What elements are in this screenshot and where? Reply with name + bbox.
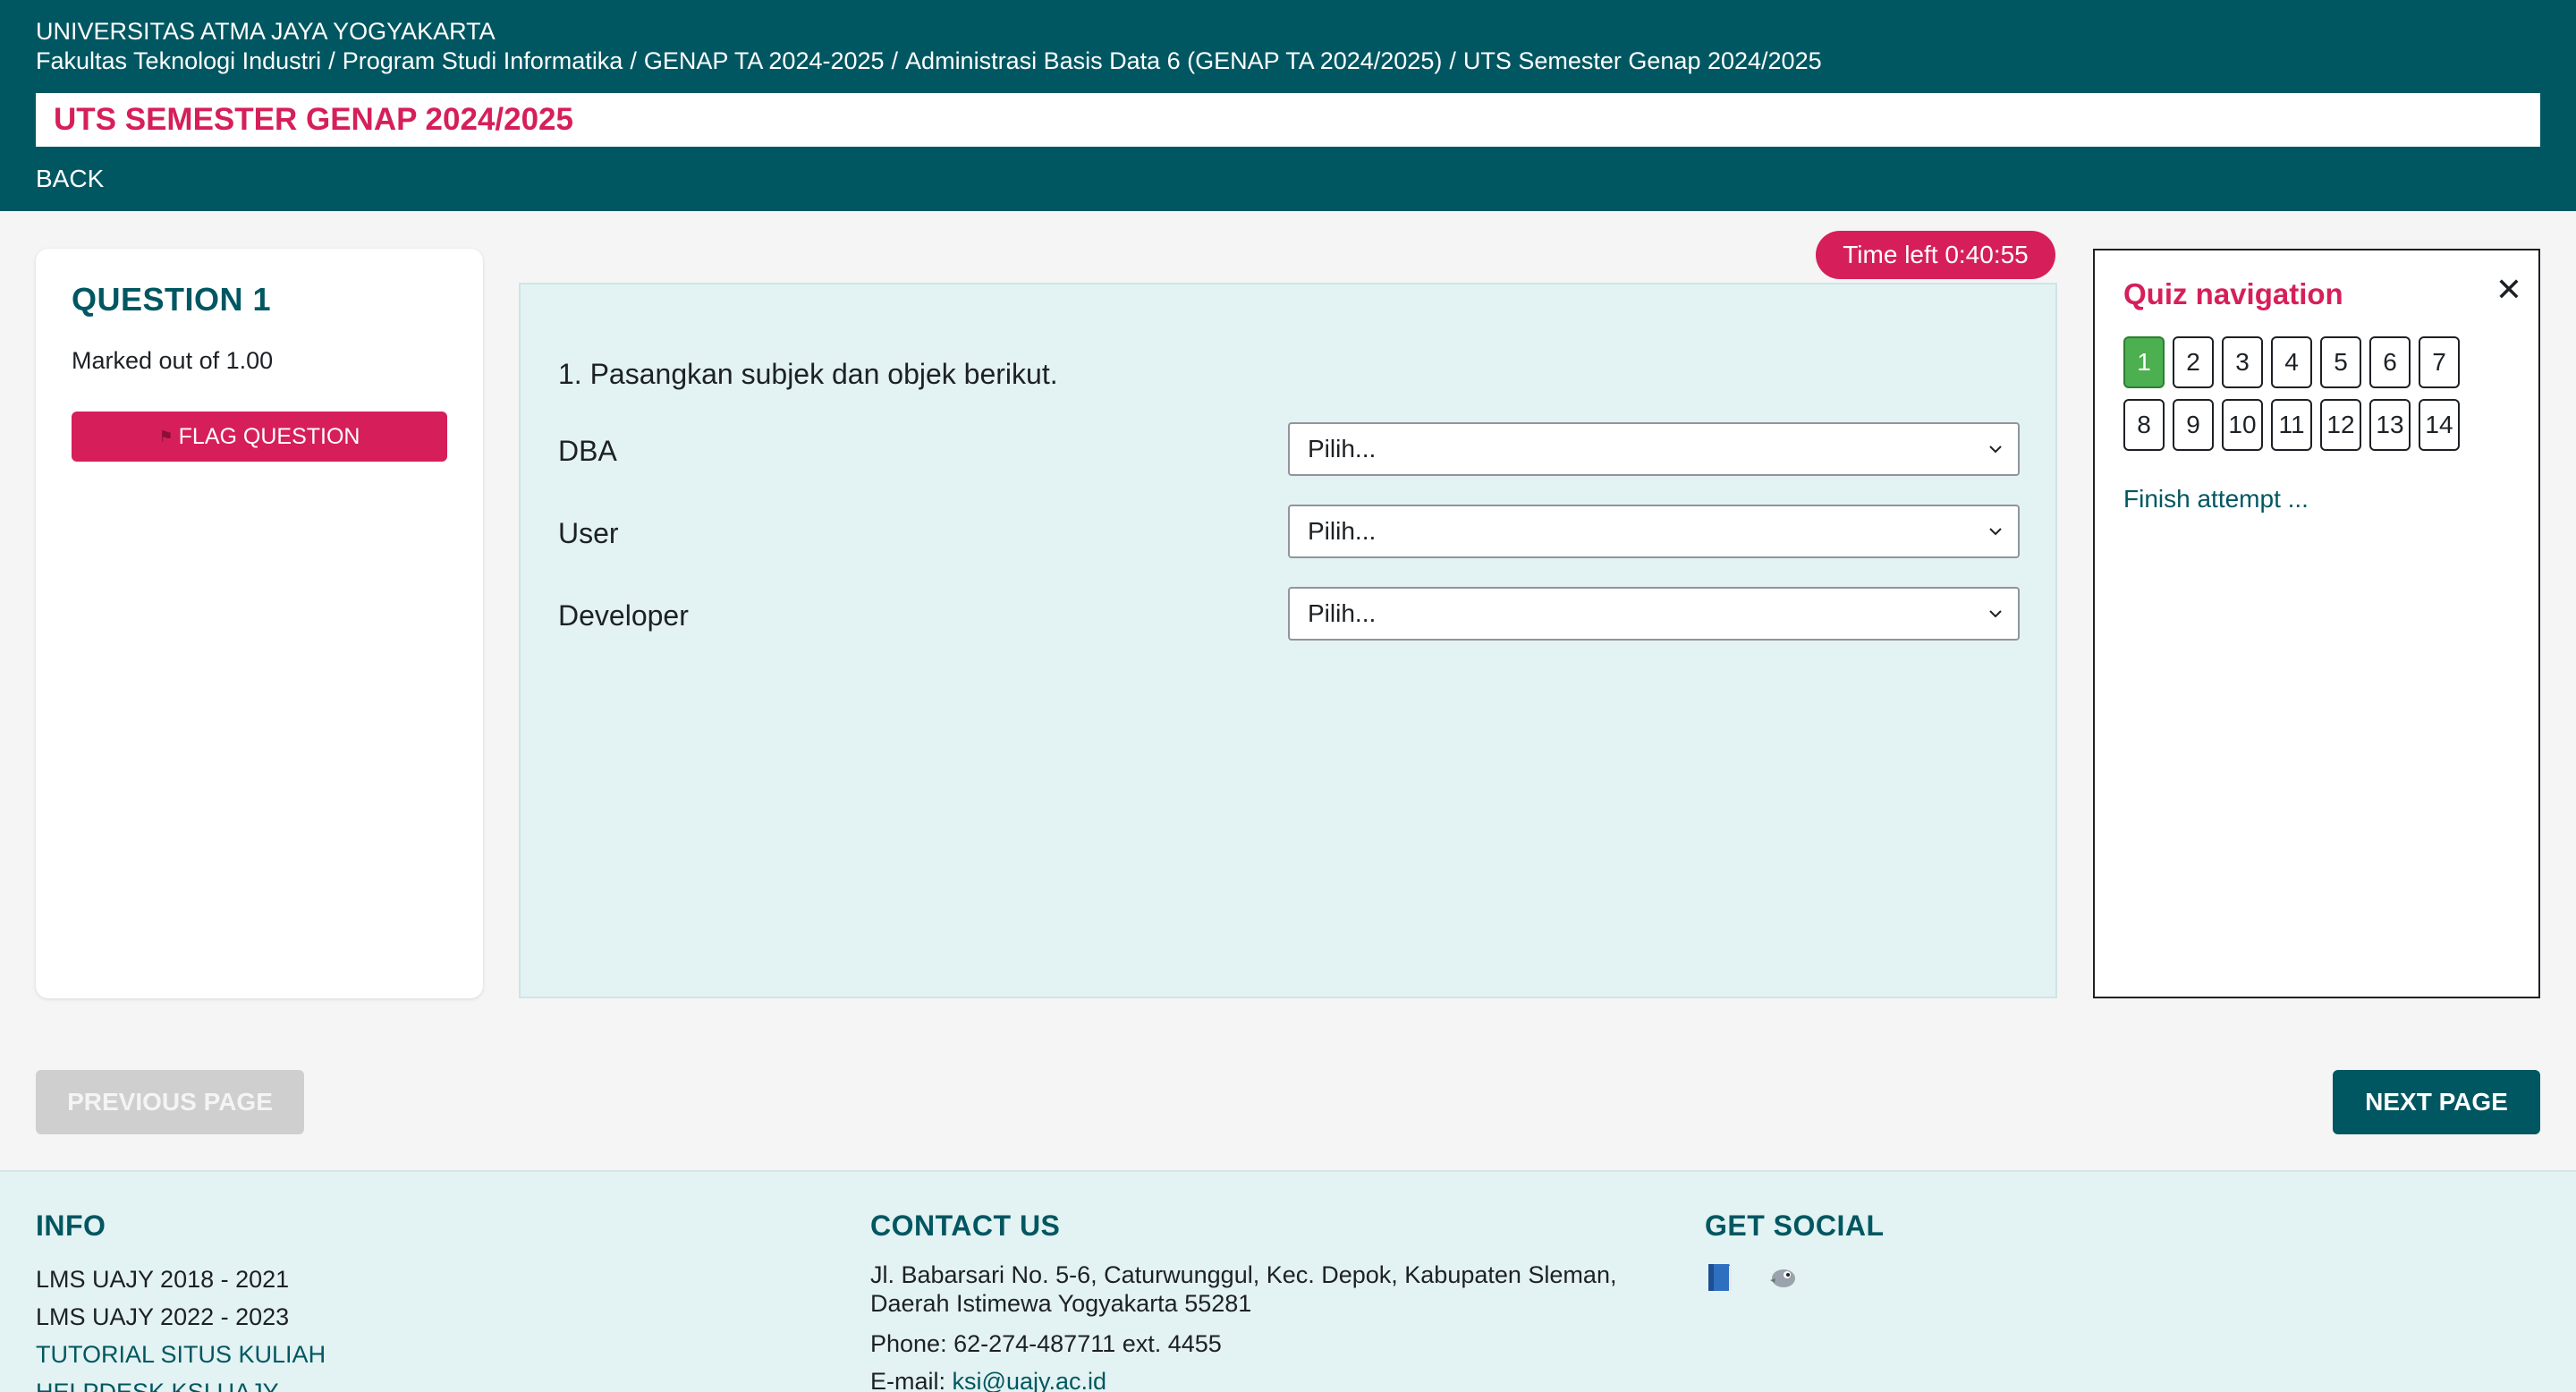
select-value: Pilih... [1308, 517, 1377, 545]
question-panel: 1. Pasangkan subjek dan objek berikut. D… [519, 283, 2057, 998]
footer-info-line: LMS UAJY 2022 - 2023 [36, 1303, 290, 1330]
quiz-nav-question[interactable]: 14 [2419, 399, 2460, 451]
footer-social-column: GET SOCIAL [1705, 1210, 1885, 1293]
quiz-nav-question[interactable]: 6 [2369, 336, 2411, 388]
site-header: UNIVERSITAS ATMA JAYA YOGYAKARTA Fakulta… [0, 0, 2576, 211]
time-left-badge: Time left 0:40:55 [1816, 231, 2055, 279]
quiz-nav-question[interactable]: 5 [2320, 336, 2361, 388]
book-icon[interactable] [1705, 1260, 1735, 1293]
university-name: UNIVERSITAS ATMA JAYA YOGYAKARTA [36, 18, 496, 45]
match-row-label: Developer [558, 599, 689, 632]
footer-info-line: LMS UAJY 2018 - 2021 [36, 1266, 290, 1293]
chevron-down-icon [1989, 610, 2002, 618]
chevron-down-icon [1989, 446, 2002, 454]
contact-email-label: E-mail: [870, 1368, 946, 1392]
breadcrumb-item-program[interactable]: Program Studi Informatika [343, 46, 623, 76]
quiz-nav-question[interactable]: 1 [2123, 336, 2165, 388]
quiz-nav-question[interactable]: 11 [2271, 399, 2312, 451]
contact-phone: Phone: 62-274-487711 ext. 4455 [870, 1330, 1222, 1357]
breadcrumb: Fakultas Teknologi Industri / Program St… [36, 46, 1822, 76]
breadcrumb-item-semester[interactable]: GENAP TA 2024-2025 [644, 46, 885, 76]
quiz-navigation-title: Quiz navigation [2123, 277, 2343, 310]
breadcrumb-separator: / [1449, 47, 1456, 74]
match-select-user[interactable]: Pilih... [1288, 505, 2020, 558]
helpdesk-link[interactable]: HELPDESK KSI UAJY [36, 1373, 326, 1392]
page-title-bar: UTS SEMESTER GENAP 2024/2025 [36, 93, 2540, 147]
quiz-nav-question[interactable]: 2 [2173, 336, 2214, 388]
contact-address: Jl. Babarsari No. 5-6, Caturwunggul, Kec… [870, 1261, 1617, 1317]
quiz-nav-question[interactable]: 9 [2173, 399, 2214, 451]
footer-info-column: INFO LMS UAJY 2018 - 2021 LMS UAJY 2022 … [36, 1210, 326, 1392]
quiz-navigation-panel: Quiz navigation ✕ 1 2 3 4 5 6 7 8 9 10 1… [2093, 249, 2540, 998]
bird-icon[interactable] [1767, 1260, 1798, 1293]
quiz-nav-question[interactable]: 8 [2123, 399, 2165, 451]
next-page-button[interactable]: NEXT PAGE [2333, 1070, 2540, 1134]
quiz-nav-question[interactable]: 7 [2419, 336, 2460, 388]
breadcrumb-separator: / [328, 47, 335, 74]
question-info-card: QUESTION 1 Marked out of 1.00 ⚑ FLAG QUE… [36, 249, 483, 998]
page-title: UTS SEMESTER GENAP 2024/2025 [54, 102, 573, 137]
quiz-nav-question[interactable]: 10 [2222, 399, 2263, 451]
match-row-label: DBA [558, 435, 617, 467]
quiz-nav-question[interactable]: 13 [2369, 399, 2411, 451]
breadcrumb-separator: / [630, 47, 637, 74]
breadcrumb-separator: / [891, 47, 899, 74]
question-number: QUESTION 1 [72, 281, 272, 318]
match-select-developer[interactable]: Pilih... [1288, 587, 2020, 641]
select-value: Pilih... [1308, 599, 1377, 627]
social-links [1705, 1260, 1885, 1293]
previous-page-button[interactable]: PREVIOUS PAGE [36, 1070, 304, 1134]
footer-social-title: GET SOCIAL [1705, 1210, 1885, 1242]
question-text: 1. Pasangkan subjek dan objek berikut. [558, 358, 1058, 390]
contact-email-line: E-mail: ksi@uajy.ac.id [870, 1362, 1657, 1392]
breadcrumb-item-faculty[interactable]: Fakultas Teknologi Industri [36, 46, 321, 76]
tutorial-link[interactable]: TUTORIAL SITUS KULIAH [36, 1336, 326, 1373]
close-icon[interactable]: ✕ [2496, 272, 2522, 308]
breadcrumb-item-course[interactable]: Administrasi Basis Data 6 (GENAP TA 2024… [905, 46, 1442, 76]
flag-icon: ⚑ [158, 427, 174, 446]
quiz-nav-question[interactable]: 3 [2222, 336, 2263, 388]
footer-contact-column: CONTACT US Jl. Babarsari No. 5-6, Caturw… [870, 1210, 1657, 1392]
flag-question-button[interactable]: ⚑ FLAG QUESTION [72, 412, 447, 462]
quiz-nav-question[interactable]: 4 [2271, 336, 2312, 388]
contact-email-link[interactable]: ksi@uajy.ac.id [953, 1368, 1106, 1392]
breadcrumb-item-quiz[interactable]: UTS Semester Genap 2024/2025 [1463, 46, 1822, 76]
footer-contact-title: CONTACT US [870, 1210, 1061, 1242]
chevron-down-icon [1989, 528, 2002, 536]
finish-attempt-link[interactable]: Finish attempt ... [2123, 485, 2309, 514]
match-select-dba[interactable]: Pilih... [1288, 422, 2020, 476]
question-grade: Marked out of 1.00 [72, 347, 274, 374]
back-link[interactable]: BACK [36, 164, 104, 194]
site-footer: INFO LMS UAJY 2018 - 2021 LMS UAJY 2022 … [0, 1170, 2576, 1392]
quiz-nav-question[interactable]: 12 [2320, 399, 2361, 451]
flag-question-label: FLAG QUESTION [178, 423, 360, 449]
match-row-label: User [558, 517, 619, 549]
footer-info-title: INFO [36, 1210, 106, 1242]
select-value: Pilih... [1308, 435, 1377, 463]
